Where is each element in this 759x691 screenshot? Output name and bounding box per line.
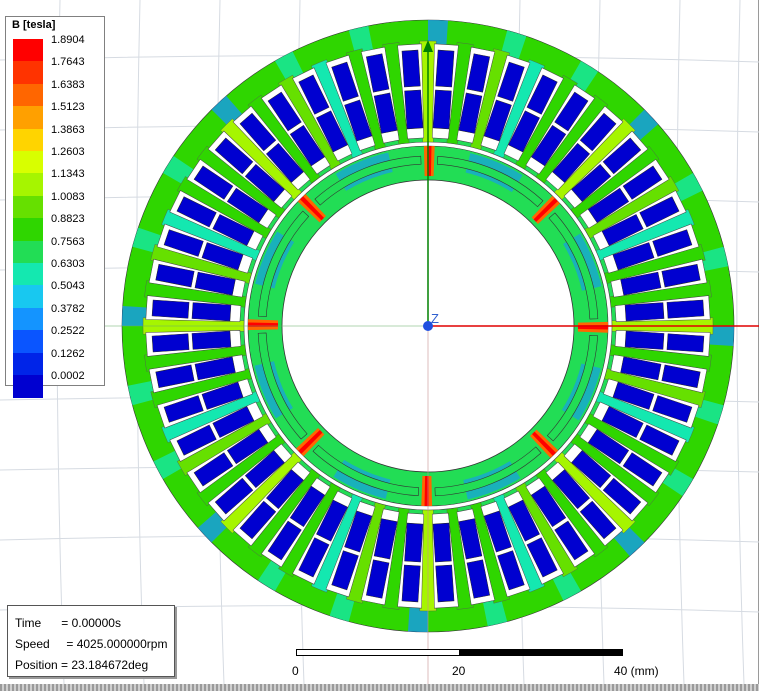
scale-bar	[296, 649, 623, 656]
coil	[666, 299, 705, 319]
legend-swatch	[13, 61, 43, 85]
legend-swatch	[13, 285, 43, 309]
legend-label: 1.0083	[51, 190, 85, 203]
legend-swatch	[13, 173, 43, 197]
simulation-info-box: Time = 0.00000s Speed = 4025.000000rpm P…	[7, 605, 175, 677]
legend-label: 0.0002	[51, 370, 85, 382]
speed-readout: Speed = 4025.000000rpm	[15, 637, 168, 651]
coil	[404, 89, 424, 130]
scale-tick-20: 20	[452, 664, 466, 678]
legend-swatch	[13, 330, 43, 354]
coil	[432, 522, 452, 563]
coil	[624, 302, 665, 322]
coil	[151, 333, 190, 353]
legend-swatch	[13, 151, 43, 174]
viewport-bottom-border	[0, 684, 759, 691]
legend-label: 0.1262	[51, 347, 85, 360]
scale-tick-40: 40 (mm)	[614, 664, 659, 678]
legend-label: 0.7563	[51, 235, 85, 248]
legend-swatch	[13, 375, 43, 398]
coil	[432, 89, 452, 130]
z-axis-label: Z	[431, 311, 439, 326]
legend-swatch	[13, 83, 43, 107]
legend-label: 1.3863	[51, 123, 85, 136]
coil	[401, 564, 421, 603]
coil	[624, 330, 665, 350]
coil	[404, 522, 424, 563]
legend-label: 0.3782	[51, 302, 85, 315]
coil	[191, 302, 232, 322]
coil	[191, 330, 232, 350]
legend-swatch	[13, 263, 43, 286]
legend-label: 1.2603	[51, 146, 85, 158]
legend-swatch	[13, 195, 43, 219]
position-readout: Position = 23.184672deg	[15, 658, 149, 672]
legend-label: 0.5043	[51, 280, 85, 293]
legend-label: 1.1343	[51, 168, 85, 181]
coil	[151, 299, 190, 319]
scale-tick-0: 0	[292, 664, 299, 678]
legend-label: 0.8823	[51, 213, 85, 226]
coil	[401, 49, 421, 88]
coil	[435, 49, 455, 88]
legend-label: 1.6383	[51, 78, 85, 91]
coil	[666, 333, 705, 353]
legend-swatch	[13, 39, 43, 62]
legend-title: B [tesla]	[12, 19, 56, 31]
legend-label: 1.7643	[51, 56, 85, 69]
legend-swatch	[13, 106, 43, 130]
time-readout: Time = 0.00000s	[15, 616, 121, 630]
model-viewport[interactable]: Z	[0, 0, 759, 684]
color-legend: B [tesla] 1.8904 1.7643 1.6383 1.5123 1.3863…	[5, 16, 105, 398]
coil	[435, 564, 455, 603]
legend-label: 1.8904	[51, 34, 85, 46]
legend-swatch	[13, 240, 43, 264]
legend-swatch	[13, 218, 43, 242]
flux-density-plot	[80, 19, 759, 684]
legend-label: 1.5123	[51, 101, 85, 114]
legend-swatch	[13, 307, 43, 331]
legend-label: 0.6303	[51, 258, 85, 270]
legend-swatch	[13, 128, 43, 152]
legend-swatch	[13, 352, 43, 376]
legend-label: 0.2522	[51, 325, 85, 338]
